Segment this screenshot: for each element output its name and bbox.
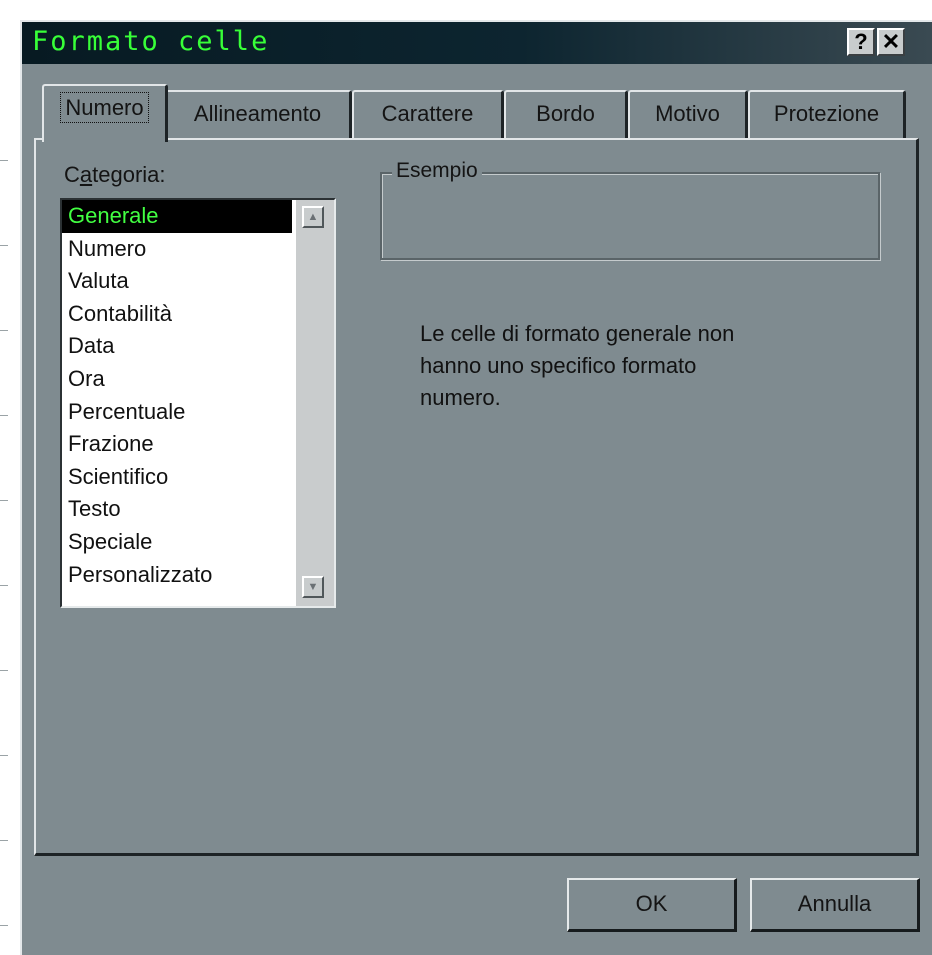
list-item-data[interactable]: Data (62, 330, 292, 363)
background-window-left (0, 0, 20, 955)
tab-allineamento[interactable]: Allineamento (164, 90, 352, 138)
scroll-down-button[interactable]: ▼ (302, 576, 324, 598)
list-item-speciale[interactable]: Speciale (62, 526, 292, 559)
format-cells-dialog: Formato celle ? ✕ Allineamento Carattere… (20, 20, 932, 955)
list-item-generale[interactable]: Generale (62, 200, 292, 233)
tab-numero[interactable]: Numero (42, 84, 168, 142)
list-item-numero[interactable]: Numero (62, 233, 292, 266)
tab-label: Protezione (773, 101, 880, 126)
tab-label: Bordo (536, 101, 595, 126)
category-label: Categoria: (64, 162, 166, 188)
arrow-up-icon: ▲ (307, 211, 319, 223)
example-legend: Esempio (392, 159, 482, 183)
dialog-title: Formato celle (32, 26, 270, 57)
help-icon: ? (854, 29, 868, 54)
list-item-frazione[interactable]: Frazione (62, 428, 292, 461)
description-line: Le celle di formato generale non (420, 321, 735, 346)
cancel-button[interactable]: Annulla (750, 878, 920, 932)
close-icon: ✕ (881, 29, 901, 54)
tab-motivo[interactable]: Motivo (628, 90, 748, 138)
list-item-contabilita[interactable]: Contabilità (62, 298, 292, 331)
tab-label: Motivo (655, 101, 720, 126)
category-label-accesskey: a (79, 162, 93, 187)
category-list: Generale Numero Valuta Contabilità Data … (62, 200, 292, 591)
scroll-up-button[interactable]: ▲ (302, 206, 324, 228)
format-description: Le celle di formato generale non hanno u… (420, 318, 820, 414)
close-button[interactable]: ✕ (877, 28, 905, 56)
background-window-top (0, 0, 932, 20)
list-item-personalizzato[interactable]: Personalizzato (62, 559, 292, 592)
list-item-scientifico[interactable]: Scientifico (62, 461, 292, 494)
ok-button-label: OK (635, 891, 668, 916)
tab-bordo[interactable]: Bordo (504, 90, 628, 138)
arrow-down-icon: ▼ (307, 581, 319, 593)
tab-label: Allineamento (193, 101, 322, 126)
category-label-prefix: C (64, 162, 80, 187)
tab-protezione[interactable]: Protezione (748, 90, 906, 138)
list-item-testo[interactable]: Testo (62, 493, 292, 526)
tab-carattere[interactable]: Carattere (352, 90, 504, 138)
cancel-button-label: Annulla (797, 891, 872, 916)
category-label-suffix: tegoria: (92, 162, 166, 187)
example-groupbox (380, 172, 880, 260)
category-listbox[interactable]: Generale Numero Valuta Contabilità Data … (60, 198, 336, 608)
list-item-percentuale[interactable]: Percentuale (62, 396, 292, 429)
ok-button[interactable]: OK (567, 878, 737, 932)
category-scrollbar[interactable]: ▲ ▼ (296, 200, 334, 606)
help-button[interactable]: ? (847, 28, 875, 56)
list-item-ora[interactable]: Ora (62, 363, 292, 396)
tab-label: Carattere (381, 101, 474, 126)
tab-label: Numero (60, 92, 149, 123)
list-item-valuta[interactable]: Valuta (62, 265, 292, 298)
description-line: numero. (420, 385, 501, 410)
description-line: hanno uno specifico formato (420, 353, 697, 378)
title-bar[interactable]: Formato celle ? ✕ (22, 22, 932, 64)
